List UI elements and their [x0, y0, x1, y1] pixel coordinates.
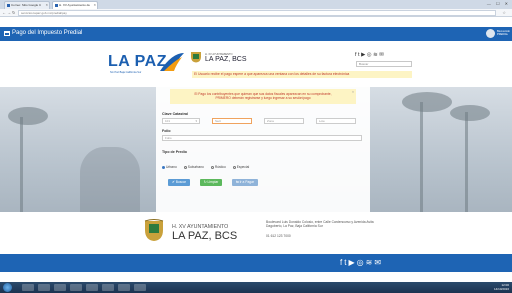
search-button[interactable]: ✔ Buscar [168, 179, 190, 186]
folio-label: Folio [162, 129, 171, 133]
clave-zona-input[interactable]: Zona [264, 118, 304, 124]
taskbar-app[interactable] [22, 284, 34, 291]
bookmark-star-icon[interactable]: ☆ [502, 10, 506, 15]
footer-social-bar: ft▶◎≋✉ [0, 254, 512, 272]
footer-ayto-title: LA PAZ, BCS [172, 230, 238, 242]
avatar [486, 29, 495, 38]
chevron-down-icon: ▾ [195, 119, 197, 123]
lapaz-logo[interactable]: LA PAZ Sin Paz Baja California Sur [108, 51, 184, 77]
tipo-predio-label: Tipo de Predio [162, 150, 187, 154]
palm-leaves-decor [450, 105, 490, 121]
ayuntamiento-header: H. XV AYUNTAMIENTO LA PAZ, BCS [190, 51, 280, 69]
reload-icon[interactable]: ↻ [12, 10, 15, 15]
taskbar-app[interactable] [86, 284, 98, 291]
taskbar-app[interactable] [54, 284, 66, 291]
app-header: Pago del Impuesto Predial Bienvenido PRE… [0, 27, 512, 41]
start-button[interactable] [3, 283, 12, 292]
mail-icon[interactable]: ✉ [374, 258, 383, 267]
radio-suburbano[interactable]: Suburbano [183, 165, 204, 169]
mail-icon[interactable]: ✉ [379, 52, 385, 58]
close-tab-icon[interactable]: ✕ [45, 3, 48, 7]
registration-notice: El Pago los contribuyentes que quieran q… [170, 89, 356, 104]
palm-leaves-decor [402, 92, 452, 112]
youtube-icon[interactable]: ▶ [348, 258, 356, 267]
building-decor [80, 147, 140, 212]
browser-tab-mail[interactable]: Correo: Sitio Google C ✕ [4, 1, 50, 9]
clave-sector-input[interactable]: Sect [212, 118, 252, 124]
rss-icon[interactable]: ≋ [366, 258, 375, 267]
browser-tab-ayuntamiento[interactable]: H. XV Ayuntamiento de ✕ [52, 1, 98, 9]
tab-label: Correo: Sitio Google C [11, 3, 42, 7]
notice-line-2: PRIMERO deberán registrarse y luego ingr… [215, 96, 311, 100]
palm-trunk-decor [420, 102, 423, 212]
back-arrow-icon[interactable]: ← [2, 10, 6, 15]
forward-arrow-icon[interactable]: → [7, 10, 11, 15]
clave-lote-input[interactable]: Lote [316, 118, 356, 124]
brand-strip: LA PAZ Sin Paz Baja California Sur H. XV… [0, 41, 512, 87]
sail-logo-icon [160, 53, 184, 71]
site-footer: H. XV AYUNTAMIENTO LA PAZ, BCS Boulevard… [0, 212, 512, 254]
instagram-icon[interactable]: ◎ [357, 258, 366, 267]
user-menu[interactable]: Bienvenido PREDIAL [486, 29, 510, 39]
taskbar-app[interactable] [134, 284, 146, 291]
footer-phone: 01 612 123 7000 [266, 234, 291, 238]
close-notice-icon[interactable]: × [352, 90, 354, 94]
taskbar-clock[interactable]: 12:00 14/10/2016 [494, 283, 509, 291]
top-alert-message: El Usuario recibe el pago espere a que a… [192, 71, 412, 78]
payment-form-panel: El Pago los contribuyentes que quieran q… [156, 87, 370, 212]
palm-trunk-decor [20, 117, 23, 212]
radio-urbano[interactable]: Urbano [162, 165, 177, 169]
social-icons-footer: ft▶◎≋✉ [340, 258, 383, 267]
ayto-title: LA PAZ, BCS [205, 56, 247, 63]
taskbar-app[interactable] [70, 284, 82, 291]
hero-background: El Pago los contribuyentes que quieran q… [0, 87, 512, 212]
radio-rustico[interactable]: Rústico [210, 165, 226, 169]
taskbar-app[interactable] [38, 284, 50, 291]
folio-input[interactable]: Folio [162, 135, 362, 141]
taskbar-app[interactable] [118, 284, 130, 291]
municipal-seal-icon [144, 219, 164, 241]
pay-button[interactable]: ⇆ Ir a Pagar [232, 179, 258, 186]
address-bar: ← → ↻ servicios.lapaz.gob.mx/predial/pay… [0, 9, 512, 17]
palm-leaves-decor [8, 107, 48, 125]
site-search-input[interactable]: Buscar [356, 61, 412, 67]
user-name: Bienvenido PREDIAL [497, 30, 510, 36]
clave-catastral-label: Clave Catastral [162, 112, 188, 116]
social-icons-top: ft▶◎≋✉ [355, 52, 385, 58]
tipo-predio-radios: Urbano Suburbano Rústico Especial [162, 165, 255, 169]
tab-label: H. XV Ayuntamiento de [59, 3, 90, 7]
municipal-seal-icon [191, 52, 201, 63]
mail-favicon-icon [7, 3, 10, 7]
url-input[interactable]: servicios.lapaz.gob.mx/predial/pay [18, 10, 496, 16]
page-bottom-spacer [0, 272, 512, 282]
footer-address: Boulevard Luis Donaldo Colosio, entre Ca… [266, 220, 374, 229]
clave-select[interactable]: 101 ▾ [162, 118, 200, 124]
close-tab-icon[interactable]: ✕ [93, 3, 96, 7]
site-favicon-icon [55, 3, 58, 7]
os-taskbar: 12:00 14/10/2016 [0, 282, 512, 293]
lapaz-logo-sub: Sin Paz Baja California Sur [110, 71, 142, 74]
browser-tab-bar: Correo: Sitio Google C ✕ H. XV Ayuntamie… [0, 0, 512, 9]
clear-button[interactable]: ↻ Limpiar [200, 179, 222, 186]
window-controls[interactable]: — ☐ ✕ [487, 1, 510, 6]
palm-trunk-decor [465, 112, 468, 212]
page-title: Pago del Impuesto Predial [12, 30, 83, 36]
calendar-icon [4, 31, 10, 36]
taskbar-app[interactable] [102, 284, 114, 291]
radio-especial[interactable]: Especial [232, 165, 249, 169]
